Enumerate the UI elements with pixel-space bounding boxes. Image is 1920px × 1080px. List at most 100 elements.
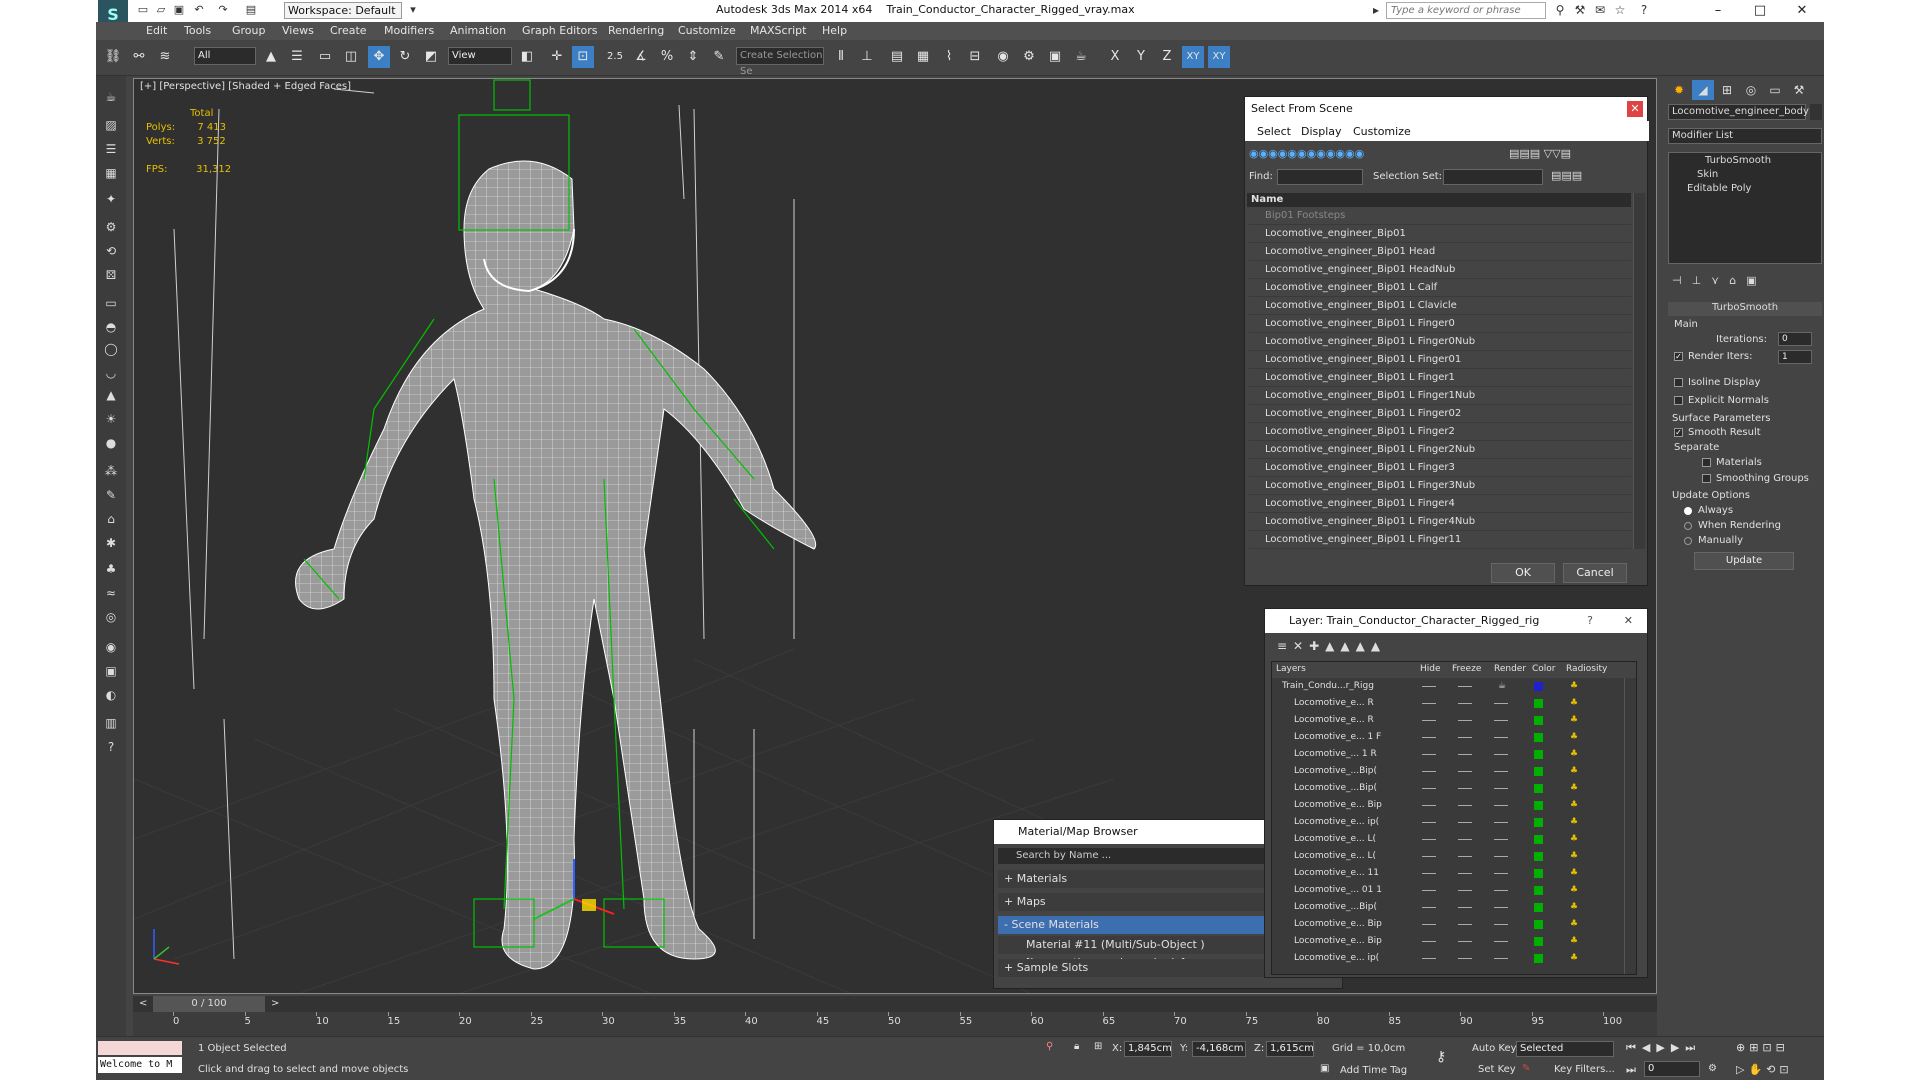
cone-icon[interactable]: ▲ <box>100 384 122 406</box>
toggle-mark[interactable] <box>1458 941 1472 942</box>
layer-color-swatch[interactable] <box>1534 801 1543 810</box>
axis-xy-cycle-button[interactable]: XY <box>1208 46 1230 68</box>
toggle-mark[interactable] <box>1458 822 1472 823</box>
layer-row[interactable]: Locomotive_e... 1 F ♣ <box>1272 729 1612 746</box>
binoculars-icon[interactable]: ⚲ <box>1552 2 1568 18</box>
workspace-dropdown[interactable]: Workspace: Default <box>284 2 402 19</box>
add-time-tag[interactable]: Add Time Tag <box>1340 1065 1407 1076</box>
schematic-view-icon[interactable]: ⊟ <box>964 46 986 68</box>
layer-row[interactable]: Locomotive_e... ip(♣ <box>1272 950 1612 967</box>
new-file-icon[interactable]: ▭ <box>136 3 150 17</box>
layer-row[interactable]: Locomotive_e... L(♣ <box>1272 831 1612 848</box>
reference-coord-dropdown[interactable]: View <box>448 47 512 65</box>
plane-icon[interactable]: ▭ <box>100 292 122 314</box>
dice-icon[interactable]: ⚄ <box>100 264 122 286</box>
open-file-icon[interactable]: ▱ <box>154 3 168 17</box>
toggle-mark[interactable] <box>1422 822 1436 823</box>
menu-modifiers[interactable]: Modifiers <box>384 24 434 37</box>
toggle-mark[interactable] <box>1458 771 1472 772</box>
materials-checkbox[interactable] <box>1702 458 1711 467</box>
modifier-list-dropdown[interactable]: Modifier List <box>1668 128 1822 144</box>
layer-color-swatch[interactable] <box>1534 784 1543 793</box>
window-crossing-icon[interactable]: ◫ <box>340 46 362 68</box>
undo-icon[interactable]: ↶ <box>192 3 206 17</box>
key-mode-toggle-icon[interactable]: ⏭ <box>1626 1063 1636 1077</box>
image-icon[interactable]: ▨ <box>100 114 122 136</box>
set-tools-icons[interactable]: ▤▤▤ <box>1551 169 1582 182</box>
smoothing-groups-checkbox[interactable] <box>1702 474 1711 483</box>
toggle-mark[interactable] <box>1458 805 1472 806</box>
menu-graph-editors[interactable]: Graph Editors <box>522 24 598 37</box>
maxscript-mini-listener[interactable]: Welcome to M <box>98 1057 182 1073</box>
communication-icon[interactable]: ✉ <box>1592 2 1608 18</box>
list-item[interactable]: Locomotive_engineer_Bip01 L Finger1Nub <box>1249 387 1631 405</box>
layer-color-swatch[interactable] <box>1534 937 1543 946</box>
render-toggle[interactable] <box>1494 890 1508 891</box>
select-move-icon[interactable]: ✥ <box>368 46 390 68</box>
modify-tab-icon[interactable]: ◢ <box>1692 80 1714 100</box>
turbosmooth-rollout-title[interactable]: TurboSmooth <box>1668 302 1822 316</box>
layer-scrollbar[interactable] <box>1624 678 1636 974</box>
prev-frame-icon[interactable]: < <box>139 998 147 1009</box>
render-toggle[interactable] <box>1494 941 1508 942</box>
rect-selection-icon[interactable]: ▭ <box>314 46 336 68</box>
toggle-mark[interactable] <box>1458 907 1472 908</box>
list-item[interactable]: Locomotive_engineer_Bip01 Head <box>1249 243 1631 261</box>
layer-color-swatch[interactable] <box>1534 920 1543 929</box>
menu-maxscript[interactable]: MAXScript <box>750 24 806 37</box>
layer-row[interactable]: Locomotive_...Bip(♣ <box>1272 899 1612 916</box>
help-icon[interactable]: ? <box>1587 609 1593 633</box>
layer-row[interactable]: Locomotive_...Bip(♣ <box>1272 780 1612 797</box>
render-toggle[interactable] <box>1494 737 1508 738</box>
col-freeze[interactable]: Freeze <box>1452 664 1481 674</box>
object-name-field[interactable]: Locomotive_engineer_body <box>1668 104 1809 120</box>
set-key-icon[interactable]: ✎ <box>1522 1063 1530 1074</box>
toggle-mark[interactable] <box>1422 703 1436 704</box>
menu-customize[interactable]: Customize <box>678 24 736 37</box>
particles-icon[interactable]: ⁂ <box>100 460 122 482</box>
toggle-mark[interactable] <box>1422 890 1436 891</box>
material-editor-icon[interactable]: ◉ <box>992 46 1014 68</box>
toggle-mark[interactable] <box>1422 839 1436 840</box>
render-toggle[interactable] <box>1494 958 1508 959</box>
menu-animation[interactable]: Animation <box>450 24 506 37</box>
layer-row[interactable]: Locomotive_e... L(♣ <box>1272 848 1612 865</box>
save-file-icon[interactable]: ▣ <box>172 3 186 17</box>
compound-icon[interactable]: ▣ <box>100 660 122 682</box>
bind-space-warp-icon[interactable]: ≋ <box>154 46 176 68</box>
list-item[interactable]: Locomotive_engineer_Bip01 L Finger3Nub <box>1249 477 1631 495</box>
tag-icon[interactable]: ◎ <box>100 606 122 628</box>
toggle-mark[interactable] <box>1458 754 1472 755</box>
toggle-mark[interactable] <box>1422 907 1436 908</box>
find-input[interactable] <box>1277 169 1363 185</box>
pivot-center-icon[interactable]: ◧ <box>516 46 538 68</box>
layer-color-swatch[interactable] <box>1534 869 1543 878</box>
layer-color-swatch[interactable] <box>1534 767 1543 776</box>
plant-icon[interactable]: ♣ <box>100 558 122 580</box>
sun-icon[interactable]: ☀ <box>100 408 122 430</box>
render-toggle[interactable] <box>1494 805 1508 806</box>
y-coord-field[interactable]: -4,168cm <box>1192 1041 1246 1057</box>
list-item[interactable]: Locomotive_engineer_Bip01 L Clavicle <box>1249 297 1631 315</box>
render-toggle[interactable] <box>1494 839 1508 840</box>
layer-color-swatch[interactable] <box>1534 835 1543 844</box>
render-toggle[interactable] <box>1494 754 1508 755</box>
list-item[interactable]: Locomotive_engineer_Bip01 L Finger01 <box>1249 351 1631 369</box>
mirror-icon[interactable]: ⫴ <box>830 46 852 68</box>
spinner-snap-icon[interactable]: ⇕ <box>682 46 704 68</box>
teapot-icon[interactable]: ☕ <box>100 86 122 108</box>
layer-color-swatch[interactable] <box>1534 750 1543 759</box>
col-render[interactable]: Render <box>1494 664 1526 674</box>
toggle-mark[interactable] <box>1458 737 1472 738</box>
layer-color-swatch[interactable] <box>1534 818 1543 827</box>
render-production-icon[interactable]: ☕ <box>1070 46 1092 68</box>
snaps-toggle-icon[interactable]: 2.5 <box>604 46 626 68</box>
layer-color-swatch[interactable] <box>1534 903 1543 912</box>
help-search-input[interactable]: Type a keyword or phrase <box>1386 2 1546 19</box>
render-toggle[interactable] <box>1494 720 1508 721</box>
toggle-mark[interactable] <box>1458 703 1472 704</box>
iterations-spinner[interactable]: 0 <box>1778 332 1812 346</box>
keyboard-shortcut-override-icon[interactable]: ⊡ <box>572 46 594 68</box>
layer-color-swatch[interactable] <box>1534 716 1543 725</box>
layer-row[interactable]: Locomotive_e... R ♣ <box>1272 712 1612 729</box>
